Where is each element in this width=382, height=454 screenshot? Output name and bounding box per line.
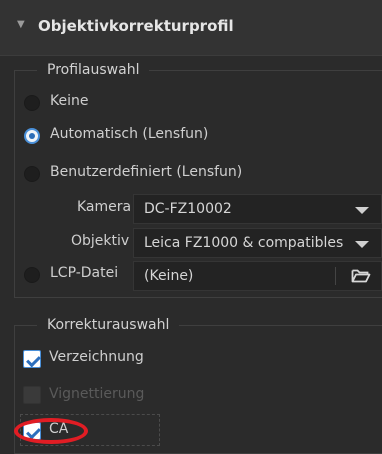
camera-value: DC-FZ10002 — [144, 201, 232, 217]
collapse-triangle-icon[interactable]: ▼ — [17, 19, 25, 30]
radio-custom[interactable] — [24, 166, 40, 182]
radio-automatic-label[interactable]: Automatisch (Lensfun) — [50, 126, 208, 142]
vignetting-label[interactable]: Vignettierung — [49, 386, 144, 402]
chevron-down-icon — [355, 207, 369, 214]
lens-profile-panel: ▼ Objektivkorrekturprofil Profilauswahl … — [0, 0, 382, 454]
highlight-ellipse — [14, 418, 88, 444]
lcp-file-chooser[interactable]: (Keine) — [133, 261, 382, 291]
distortion-checkbox[interactable] — [23, 350, 41, 368]
radio-none[interactable] — [24, 95, 40, 111]
chooser-separator — [335, 267, 336, 285]
radio-custom-label[interactable]: Benutzerdefiniert (Lensfun) — [50, 164, 242, 180]
panel-title: Objektivkorrekturprofil — [38, 17, 234, 35]
panel-header[interactable]: ▼ Objektivkorrekturprofil — [0, 0, 382, 56]
folder-open-icon[interactable] — [351, 268, 371, 284]
profile-selection-legend: Profilauswahl — [47, 62, 140, 78]
correction-selection-legend: Korrekturauswahl — [47, 317, 170, 333]
lens-dropdown[interactable]: Leica FZ1000 & compatibles — [133, 228, 382, 258]
camera-label: Kamera — [77, 199, 132, 215]
lens-label: Objektiv — [71, 233, 130, 249]
radio-automatic[interactable] — [24, 128, 40, 144]
lens-value: Leica FZ1000 & compatibles — [144, 235, 344, 251]
vignetting-checkbox[interactable] — [23, 386, 41, 404]
radio-none-label[interactable]: Keine — [50, 93, 88, 109]
radio-lcp-label[interactable]: LCP-Datei — [50, 265, 118, 281]
radio-lcp[interactable] — [24, 267, 40, 283]
chevron-down-icon — [355, 241, 369, 248]
distortion-label[interactable]: Verzeichnung — [49, 349, 144, 365]
camera-dropdown[interactable]: DC-FZ10002 — [133, 194, 382, 224]
lcp-file-value: (Keine) — [144, 268, 194, 284]
